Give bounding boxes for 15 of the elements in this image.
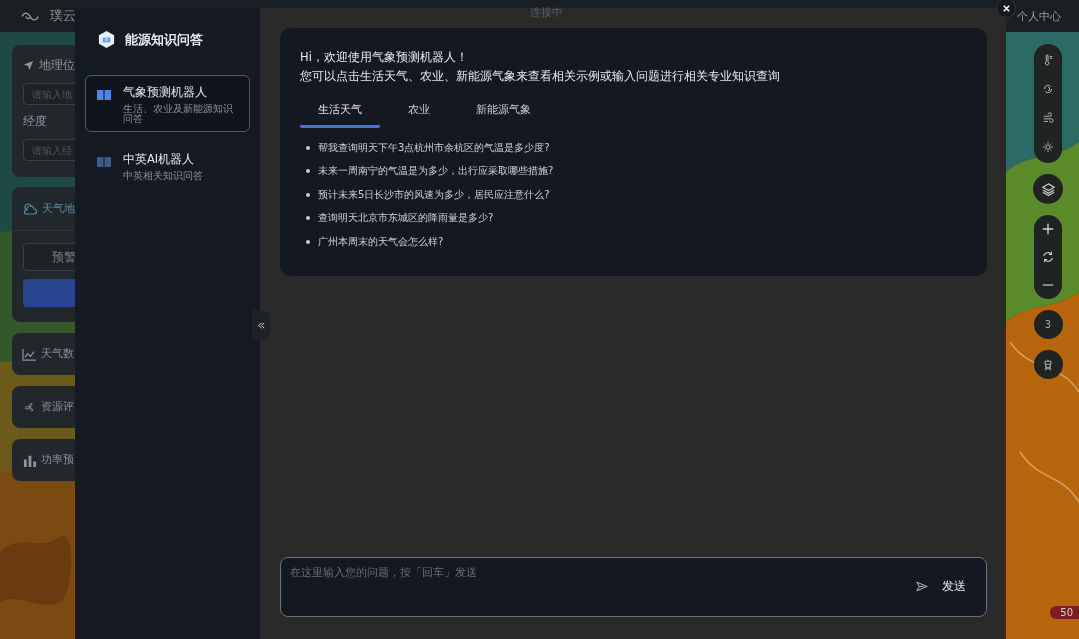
longitude-label: 经度 <box>23 113 47 130</box>
greeting-text: 您可以点击生活天气、农业、新能源气象来查看相关示例或输入问题进行相关专业知识查询 <box>300 68 781 85</box>
legend-value: 50 <box>1050 606 1079 619</box>
panel-title: 天气地 <box>42 201 75 216</box>
bot-description: 生活、农业及新能源知识问答 <box>123 104 234 124</box>
app-title: 璞云 <box>50 7 76 25</box>
nav-label: 资源评 <box>41 400 74 414</box>
greeting-text: Hi，欢迎使用气象预测机器人！ <box>300 49 469 66</box>
bot-name: 中英AI机器人 <box>123 151 196 167</box>
modal-title: 能源知识问答 <box>125 30 203 49</box>
bot-name: 气象预测机器人 <box>123 85 208 100</box>
nav-label: 天气数 <box>41 347 74 361</box>
bot-description: 中英相关知识问答 <box>123 170 203 181</box>
panel-title: 地理位 <box>39 57 75 74</box>
nav-label: 功率预 <box>41 453 74 467</box>
